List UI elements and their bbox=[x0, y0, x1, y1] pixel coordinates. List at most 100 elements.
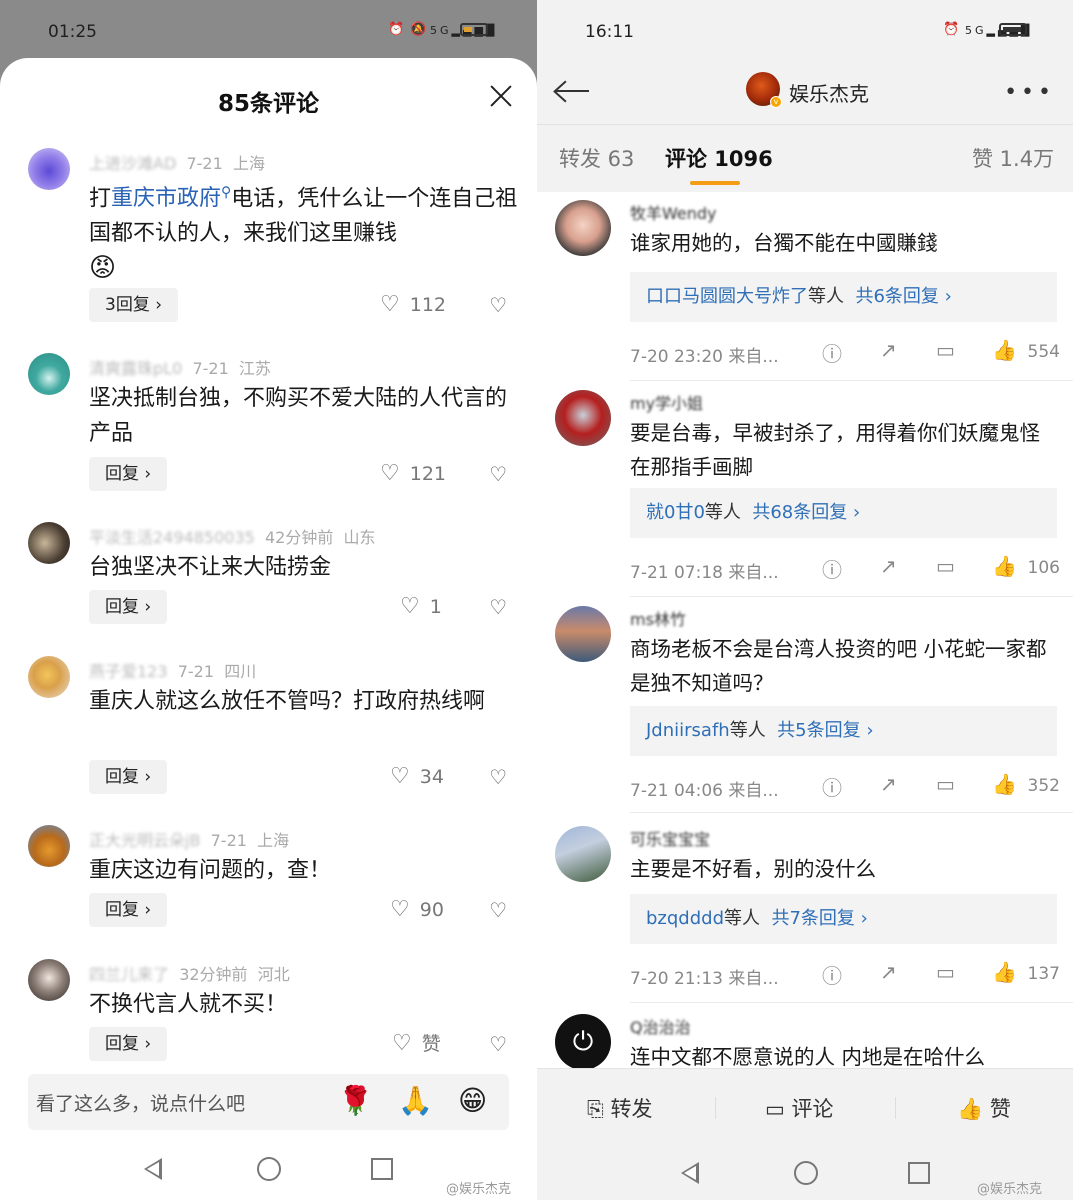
dislike-icon[interactable]: ♡ bbox=[489, 288, 507, 322]
grin-emoji-button[interactable]: 😁 bbox=[458, 1084, 487, 1117]
replies-preview[interactable]: 就0甘0等人 共68条回复 › bbox=[630, 488, 1057, 538]
avatar[interactable] bbox=[555, 390, 611, 446]
thumbs-up-icon[interactable]: 👍 bbox=[992, 554, 1017, 578]
comment-text: 坚决抵制台独，不购买不爱大陆的人代言的产品 bbox=[89, 386, 508, 446]
reply-icon[interactable]: ▭ bbox=[936, 554, 955, 578]
battery-icon bbox=[460, 22, 488, 37]
nav-back-icon[interactable] bbox=[144, 1158, 162, 1180]
comment-text: 台独坚决不让来大陆捞金 bbox=[89, 555, 332, 580]
report-icon[interactable]: ⓘ bbox=[822, 960, 842, 989]
alarm-icon: ⏰ bbox=[943, 22, 963, 37]
pray-emoji-button[interactable]: 🙏 bbox=[398, 1084, 433, 1117]
tab-likes[interactable]: 赞 1.4万 bbox=[972, 143, 1054, 173]
replies-preview[interactable]: bzqdddd等人 共7条回复 › bbox=[630, 894, 1057, 944]
comment-meta: 四兰儿来了 32分钟前 河北 bbox=[89, 965, 290, 984]
avatar[interactable] bbox=[555, 606, 611, 662]
share-icon[interactable]: ↗ bbox=[880, 338, 897, 362]
share-icon[interactable]: ↗ bbox=[880, 772, 897, 796]
avatar[interactable] bbox=[28, 522, 70, 564]
avatar[interactable] bbox=[555, 826, 611, 882]
tab-repost[interactable]: 转发 63 bbox=[559, 143, 634, 173]
search-link[interactable]: 重庆市政府⚲ bbox=[111, 185, 231, 211]
comment-text: 重庆人就这么放任不管吗？打政府热线啊 bbox=[89, 689, 486, 714]
avatar[interactable] bbox=[28, 148, 70, 190]
reply-button[interactable]: 回复 › bbox=[89, 457, 168, 491]
reply-button[interactable]: 回复 › bbox=[89, 893, 168, 927]
profile-name[interactable]: 娱乐杰克 bbox=[789, 78, 869, 107]
back-arrow-icon[interactable] bbox=[553, 78, 589, 104]
like-button[interactable]: ♡ 赞 bbox=[392, 1027, 441, 1061]
like-button[interactable]: ♡ 34 bbox=[390, 760, 444, 794]
comment-text: 不换代言人就不买！ bbox=[89, 992, 288, 1017]
alarm-icon: ⏰ bbox=[388, 22, 408, 37]
comment-meta: 正大光明云朵jB 7-21 上海 bbox=[89, 831, 290, 850]
comment-meta: 清爽露珠pL0 7-21 江苏 bbox=[89, 359, 271, 378]
comment-button[interactable]: ▭ 评论 bbox=[765, 1093, 834, 1123]
divider bbox=[715, 1097, 716, 1119]
heart-icon: ♡ bbox=[380, 292, 400, 317]
like-button[interactable]: ♡ 112 bbox=[380, 288, 446, 322]
reply-icon[interactable]: ▭ bbox=[936, 960, 955, 984]
dislike-icon[interactable]: ♡ bbox=[489, 590, 507, 624]
report-icon[interactable]: ⓘ bbox=[822, 772, 842, 801]
heart-icon: ♡ bbox=[390, 764, 410, 789]
reply-icon[interactable]: ▭ bbox=[936, 772, 955, 796]
nav-home-icon[interactable] bbox=[257, 1157, 281, 1181]
share-icon[interactable]: ↗ bbox=[880, 960, 897, 984]
avatar[interactable]: ⏻ bbox=[555, 1014, 611, 1068]
share-icon[interactable]: ↗ bbox=[880, 554, 897, 578]
divider bbox=[630, 596, 1073, 597]
comment-footer: 7-21 04:06 来自... ⓘ ↗ ▭ 👍 352 bbox=[630, 772, 1060, 802]
thumbs-up-icon[interactable]: 👍 bbox=[992, 772, 1017, 796]
dislike-icon[interactable]: ♡ bbox=[489, 457, 507, 491]
close-icon[interactable] bbox=[489, 84, 513, 108]
username[interactable]: Q治治治 bbox=[630, 1014, 691, 1038]
dislike-icon[interactable]: ♡ bbox=[489, 893, 507, 927]
like-count: 352 bbox=[1027, 776, 1060, 796]
comment-input-placeholder: 看了这么多，说点什么吧 bbox=[36, 1093, 246, 1115]
username[interactable]: ms林竹 bbox=[630, 606, 686, 630]
more-options-icon[interactable]: ••• bbox=[1004, 80, 1055, 105]
nav-recent-icon[interactable] bbox=[908, 1162, 930, 1184]
username[interactable]: 牧羊Wendy bbox=[630, 200, 717, 224]
reply-icon[interactable]: ▭ bbox=[936, 338, 955, 362]
nav-back-icon[interactable] bbox=[681, 1162, 699, 1184]
reply-button[interactable]: 回复 › bbox=[89, 1027, 168, 1061]
nav-home-icon[interactable] bbox=[794, 1161, 818, 1185]
dislike-icon[interactable]: ♡ bbox=[489, 1027, 507, 1061]
nav-recent-icon[interactable] bbox=[371, 1158, 393, 1180]
rose-emoji-button[interactable]: 🌹 bbox=[338, 1084, 373, 1117]
avatar[interactable] bbox=[28, 353, 70, 395]
repost-button[interactable]: ⎘ 转发 bbox=[587, 1093, 653, 1123]
username[interactable]: 可乐宝宝宝 bbox=[630, 826, 710, 850]
report-icon[interactable]: ⓘ bbox=[822, 554, 842, 583]
like-button[interactable]: 👍 赞 bbox=[957, 1093, 1011, 1123]
thumbs-up-icon[interactable]: 👍 bbox=[992, 960, 1017, 984]
username[interactable]: my学小姐 bbox=[630, 390, 703, 414]
reply-button[interactable]: 回复 › bbox=[89, 760, 168, 794]
avatar[interactable] bbox=[555, 200, 611, 256]
tab-comments[interactable]: 评论 1096 bbox=[665, 143, 773, 173]
heart-icon: ♡ bbox=[400, 594, 420, 619]
comment-input[interactable]: 看了这么多，说点什么吧 🌹 🙏 😁 bbox=[28, 1074, 509, 1130]
dislike-icon[interactable]: ♡ bbox=[489, 760, 507, 794]
right-screenshot: 16:11 ⏰ 5G▂▄▆█ v 娱乐杰克 ••• 转发 63 评论 1096 … bbox=[537, 0, 1073, 1200]
reply-button[interactable]: 回复 › bbox=[89, 590, 168, 624]
replies-preview[interactable]: Jdniirsafh等人 共5条回复 › bbox=[630, 706, 1057, 756]
avatar[interactable] bbox=[28, 656, 70, 698]
report-icon[interactable]: ⓘ bbox=[822, 338, 842, 367]
watermark: @娱乐杰克 bbox=[446, 1182, 512, 1197]
like-count: 137 bbox=[1027, 964, 1060, 984]
avatar[interactable] bbox=[28, 825, 70, 867]
watermark: @娱乐杰克 bbox=[977, 1182, 1043, 1197]
reply-button[interactable]: 3回复 › bbox=[89, 288, 179, 322]
like-button[interactable]: ♡ 90 bbox=[390, 893, 444, 927]
comment-icon: ▭ bbox=[765, 1097, 785, 1121]
thumbs-up-icon[interactable]: 👍 bbox=[992, 338, 1017, 362]
like-button[interactable]: ♡ 1 bbox=[400, 590, 442, 624]
comment-meta: 上进沙滩AD 7-21 上海 bbox=[89, 154, 265, 173]
avatar[interactable] bbox=[28, 959, 70, 1001]
replies-preview[interactable]: 口口马圆圆大号炸了等人 共6条回复 › bbox=[630, 272, 1057, 322]
left-screenshot: 01:25 ⏰ 🔕 5G▂▄▆█ 85条评论 上进沙滩AD 7-21 上海 打重… bbox=[0, 0, 537, 1200]
like-button[interactable]: ♡ 121 bbox=[380, 457, 446, 491]
